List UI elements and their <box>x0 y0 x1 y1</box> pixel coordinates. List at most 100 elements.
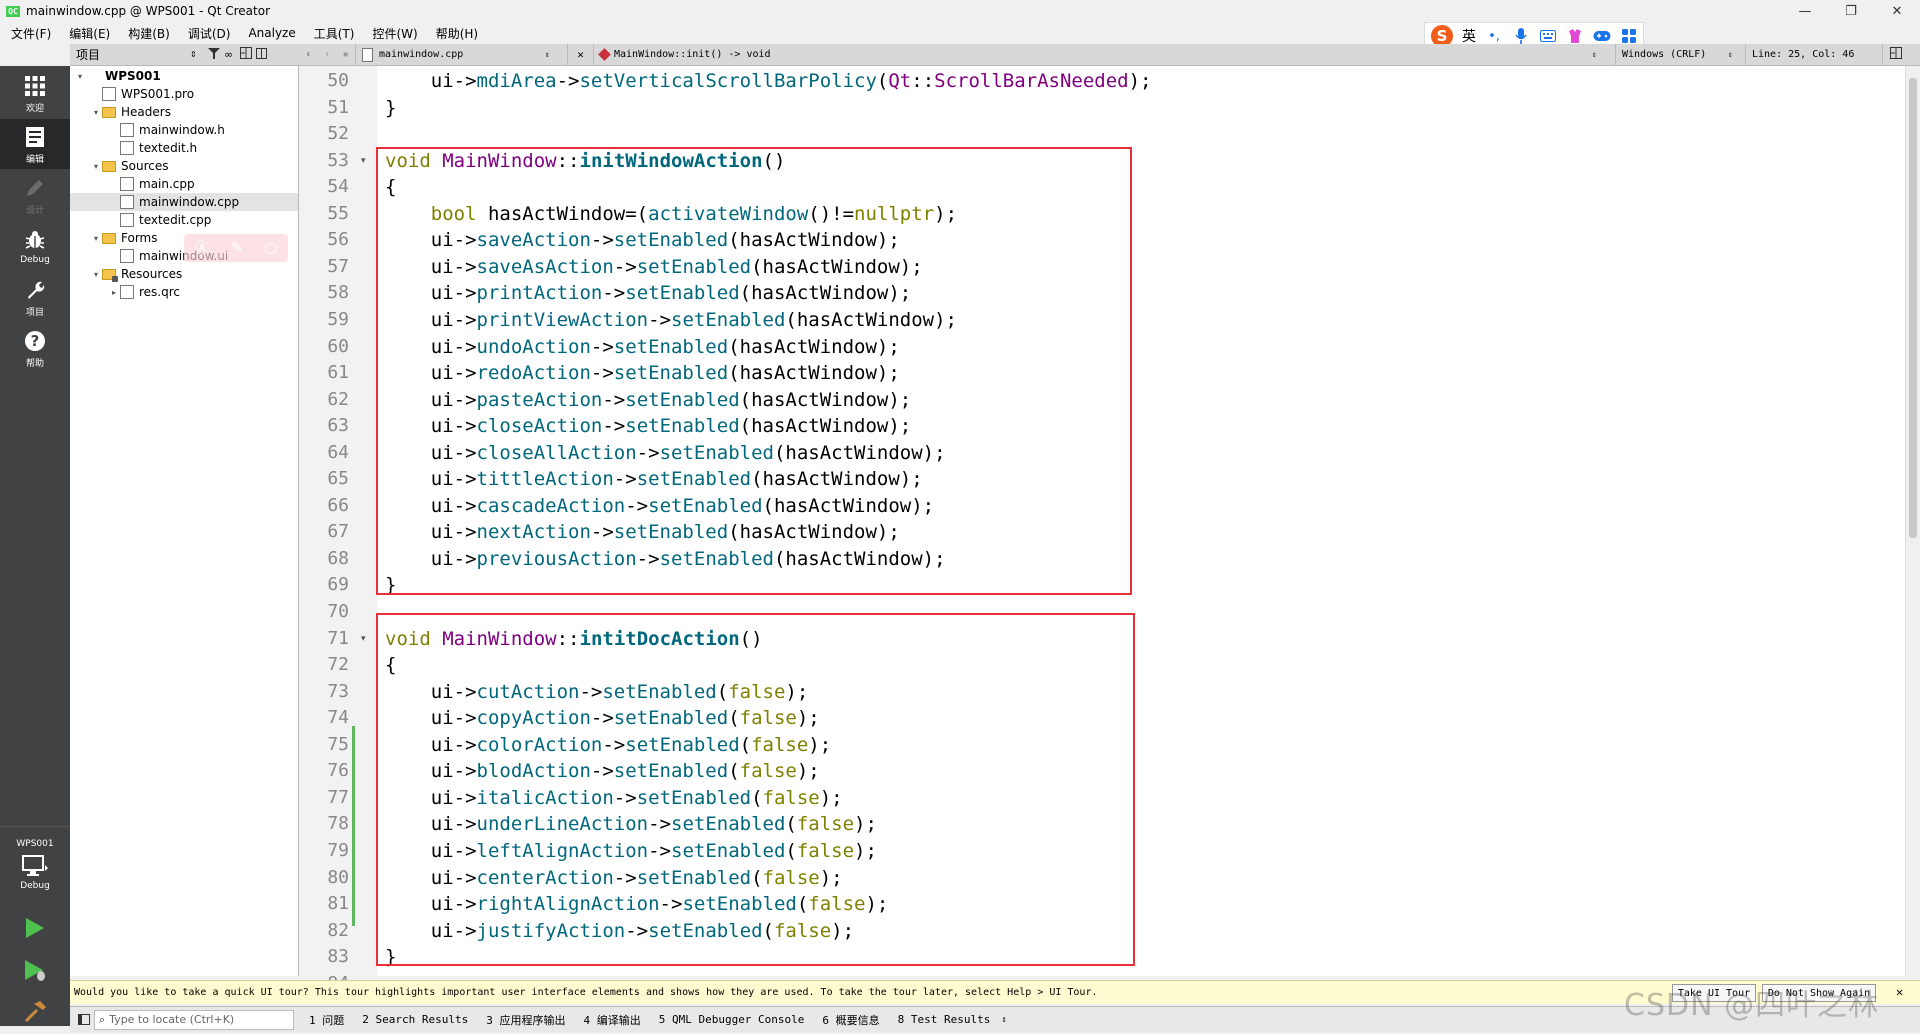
expand-arrow-icon[interactable]: ▾ <box>90 162 102 171</box>
symbol-combo-arrows-icon[interactable]: ⇕ <box>1592 50 1597 59</box>
expand-arrow-icon[interactable]: ▾ <box>90 108 102 117</box>
close-document-icon[interactable]: ✕ <box>577 48 584 61</box>
pane-compile-output[interactable]: 4 编译输出 <box>574 1012 649 1028</box>
editor-vertical-scrollbar[interactable] <box>1905 66 1920 976</box>
link-icon[interactable]: ∞ <box>224 48 240 61</box>
projects-pane-title[interactable]: 项目 <box>76 46 190 63</box>
line-ending-combo[interactable]: Windows (CRLF) <box>1622 49 1728 60</box>
project-tree: ▾ WPS001 WPS001.pro ▾ Headers mainwindow.h tex… <box>70 66 299 976</box>
microphone-icon[interactable] <box>1512 27 1530 45</box>
cursor-position-label[interactable]: Line: 25, Col: 46 <box>1752 49 1854 60</box>
menu-analyze[interactable]: Analyze <box>237 26 302 40</box>
pane-search-results[interactable]: 2 Search Results <box>353 1013 477 1026</box>
back-arrow-icon[interactable]: ‹ <box>305 49 311 60</box>
mode-help[interactable]: ? 帮助 <box>0 323 70 373</box>
grid-icon <box>22 73 48 99</box>
expand-arrow-icon[interactable]: ▸ <box>108 288 120 297</box>
close-tour-icon[interactable]: ✕ <box>1896 985 1903 999</box>
close-window-button[interactable]: ✕ <box>1874 0 1920 22</box>
toggle-sidebar-icon[interactable] <box>78 1014 90 1025</box>
menu-build[interactable]: 构建(B) <box>117 25 177 42</box>
tree-item[interactable]: ▾ Sources <box>70 157 298 175</box>
pane-qml-debugger-console[interactable]: 5 QML Debugger Console <box>650 1013 814 1026</box>
mode-debug[interactable]: Debug <box>0 221 70 271</box>
brush-icon[interactable]: ✎ <box>231 240 243 256</box>
split-icon[interactable] <box>240 47 256 62</box>
build-button[interactable] <box>0 992 70 1034</box>
editor-toolbar: ‹ › ▪ mainwindow.cpp ⇕ ✕ MainWindow::ini… <box>299 43 1920 66</box>
fold-marker-icon[interactable]: ▾ <box>361 626 366 652</box>
take-ui-tour-button[interactable]: Take UI Tour <box>1672 984 1756 1002</box>
mode-projects[interactable]: 项目 <box>0 272 70 322</box>
line-number: 59 <box>327 308 349 330</box>
keyboard-icon[interactable] <box>1539 27 1557 45</box>
tree-item[interactable]: textedit.h <box>70 139 298 157</box>
highlight-box-intit-doc-action <box>376 613 1135 966</box>
debug-run-button[interactable] <box>0 950 70 992</box>
line-number: 81 <box>327 893 349 915</box>
minimize-button[interactable]: — <box>1782 0 1828 22</box>
kit-selector[interactable]: WPS001 Debug <box>0 826 70 902</box>
menu-file[interactable]: 文件(F) <box>0 25 58 42</box>
line-number: 65 <box>327 468 349 490</box>
scrollbar-thumb[interactable] <box>1909 78 1917 538</box>
line-number: 69 <box>327 574 349 596</box>
game-icon[interactable] <box>1593 27 1611 45</box>
line-number: 56 <box>327 229 349 251</box>
more-panes-arrows-icon[interactable]: ⇕ <box>1001 1015 1006 1025</box>
pane-general-messages[interactable]: 6 概要信息 <box>813 1012 888 1028</box>
tree-item[interactable]: mainwindow.cpp <box>70 193 298 211</box>
run-button[interactable] <box>0 908 70 950</box>
close-pane-icon[interactable] <box>256 47 270 62</box>
mode-edit[interactable]: 编辑 <box>0 119 70 169</box>
tree-item[interactable]: ▾ Headers <box>70 103 298 121</box>
line-ending-arrows-icon[interactable]: ⇕ <box>1728 50 1733 59</box>
mode-design-label: 设计 <box>25 205 44 216</box>
line-number: 66 <box>327 494 349 516</box>
menu-tools[interactable]: 工具(T) <box>303 25 362 42</box>
res-file-icon <box>102 268 118 282</box>
tree-item-label: Resources <box>121 267 183 281</box>
punctuation-toggle[interactable]: •, <box>1485 27 1503 45</box>
line-number: 76 <box>327 760 349 782</box>
locator-input[interactable]: ⌕ Type to locate (Ctrl+K) <box>94 1009 294 1030</box>
toolbox-icon[interactable] <box>1620 27 1638 45</box>
open-file-combo[interactable]: mainwindow.cpp <box>379 49 545 60</box>
search-icon[interactable]: ○ <box>265 240 277 256</box>
tree-item[interactable]: mainwindow.h <box>70 121 298 139</box>
menu-help[interactable]: 帮助(H) <box>425 25 485 42</box>
menu-widgets[interactable]: 控件(W) <box>361 25 424 42</box>
tree-item[interactable]: ▾ WPS001 <box>70 67 298 85</box>
code-line[interactable]: } <box>385 95 396 121</box>
maximize-button[interactable]: ❐ <box>1828 0 1874 22</box>
tree-item[interactable]: ▾ Resources <box>70 265 298 283</box>
expand-arrow-icon[interactable]: ▾ <box>90 270 102 279</box>
expand-arrow-icon[interactable]: ▾ <box>90 234 102 243</box>
menu-edit[interactable]: 编辑(E) <box>58 25 117 42</box>
tree-item-label: WPS001.pro <box>121 87 195 101</box>
tree-item[interactable]: ▸ res.qrc <box>70 283 298 301</box>
fold-marker-icon[interactable]: ▾ <box>361 148 366 174</box>
menu-debug[interactable]: 调试(D) <box>177 25 238 42</box>
tree-item-label: Sources <box>121 159 169 173</box>
tree-item[interactable]: textedit.cpp <box>70 211 298 229</box>
mode-design[interactable]: 设计 <box>0 170 70 220</box>
view-selector-arrows-icon[interactable]: ⇕ <box>190 50 208 59</box>
filter-icon[interactable] <box>208 47 224 62</box>
ai-icon[interactable]: Ⓐ <box>195 238 209 258</box>
do-not-show-again-button[interactable]: Do Not Show Again <box>1762 984 1876 1002</box>
pane-test-results[interactable]: 8 Test Results <box>889 1013 1000 1026</box>
tree-item[interactable]: main.cpp <box>70 175 298 193</box>
pane-application-output[interactable]: 3 应用程序输出 <box>477 1012 574 1028</box>
expand-arrow-icon[interactable]: ▾ <box>74 72 86 81</box>
forward-arrow-icon[interactable]: › <box>324 49 330 60</box>
code-line[interactable]: ui->mdiArea->setVerticalScrollBarPolicy(… <box>385 68 1152 94</box>
symbol-combo[interactable]: MainWindow::init() -> void <box>614 49 1592 60</box>
file-combo-arrows-icon[interactable]: ⇕ <box>545 50 550 59</box>
mode-edit-label: 编辑 <box>25 154 44 165</box>
skin-icon[interactable] <box>1566 27 1584 45</box>
pane-issues[interactable]: 1 问题 <box>300 1012 353 1028</box>
mode-welcome[interactable]: 欢迎 <box>0 68 70 118</box>
tree-item[interactable]: WPS001.pro <box>70 85 298 103</box>
split-editor-icon[interactable] <box>1889 47 1902 62</box>
